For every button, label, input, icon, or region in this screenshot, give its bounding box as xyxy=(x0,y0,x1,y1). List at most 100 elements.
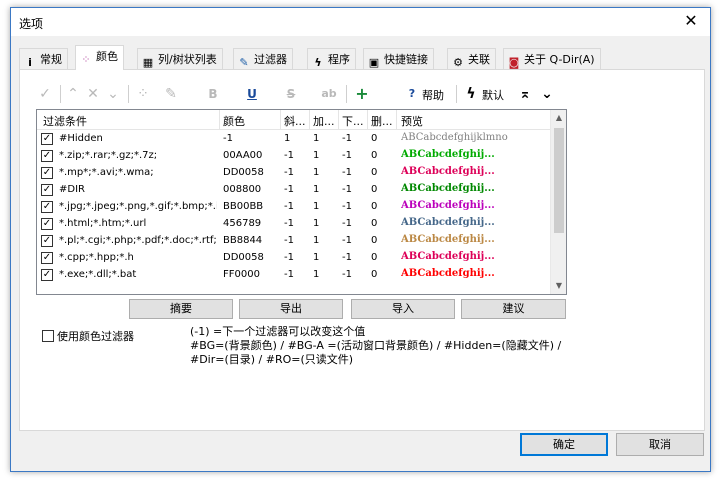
table-row[interactable]: ✓ *.jpg;*.jpeg;*.png,*.gif;*.bmp;*.ico BB0… xyxy=(37,199,552,216)
row-checkbox[interactable]: ✓ xyxy=(41,269,53,281)
cell-preview: ABCabcdefghij... xyxy=(401,217,495,228)
color-picker-icon[interactable]: ⁘ xyxy=(136,86,150,102)
move-up-icon[interactable]: ⌃ xyxy=(66,86,80,102)
cancel-button[interactable]: 取消 xyxy=(616,433,704,456)
pen-icon[interactable]: ✎ xyxy=(160,86,182,102)
col-divider xyxy=(338,110,339,130)
row-checkbox[interactable]: ✓ xyxy=(41,235,53,247)
colors-panel: ✓ ⌃ ✕ ⌄ ⁘ ✎ B U S ab + ? 帮助 ϟ 默认 ⌅ ⌄ 过滤条… xyxy=(19,69,705,431)
cell-color: 008800 xyxy=(223,184,262,195)
cell-bold: 1 xyxy=(313,252,320,263)
move-down-icon[interactable]: ⌄ xyxy=(106,86,120,102)
tab-quick-links[interactable]: ▣ 快捷链接 xyxy=(363,48,434,69)
tab-colors[interactable]: ⁘ 颜色 xyxy=(75,45,124,70)
color-filter-table[interactable]: 过滤条件 颜色 斜... 加... 下... 删... 预览 ✓ #Hidden -… xyxy=(36,109,567,295)
cell-underline: -1 xyxy=(342,235,352,246)
delete-icon[interactable]: ✕ xyxy=(86,86,100,102)
table-row[interactable]: ✓ *.pl;*.cgi;*.php;*.pdf;*.doc;*.rtf;*...… xyxy=(37,233,552,250)
cell-strike: 0 xyxy=(371,269,378,280)
col-header-strike[interactable]: 删... xyxy=(371,113,393,129)
import-button[interactable]: 导入 xyxy=(351,299,455,319)
hint-line-2: #BG=(背景颜色) / #BG-A =(活动窗口背景颜色) / #Hidden… xyxy=(190,339,562,366)
strikethrough-icon[interactable]: S xyxy=(280,86,302,102)
underline-icon[interactable]: U xyxy=(241,86,263,102)
default-icon[interactable]: ϟ xyxy=(464,86,478,102)
cell-bold: 1 xyxy=(313,201,320,212)
col-divider xyxy=(309,110,310,130)
table-row[interactable]: ✓ *.html;*.htm;*.url 456789 -1 1 -1 0 ABCabcdef… xyxy=(37,216,552,233)
tab-general[interactable]: i 常规 xyxy=(19,48,68,69)
cell-filter: *.mp*;*.avi;*.wma; xyxy=(59,167,154,178)
row-checkbox[interactable]: ✓ xyxy=(41,133,53,145)
row-checkbox[interactable]: ✓ xyxy=(41,201,53,213)
tab-filters[interactable]: ✎ 过滤器 xyxy=(233,48,293,69)
col-header-preview[interactable]: 预览 xyxy=(401,113,423,129)
cell-strike: 0 xyxy=(371,218,378,229)
col-header-italic[interactable]: 斜... xyxy=(284,113,306,129)
table-row[interactable]: ✓ #Hidden -1 1 1 -1 0 ABCabcdefghijklmno xyxy=(37,131,552,148)
table-row[interactable]: ✓ #DIR 008800 -1 1 -1 0 ABCabcdefghij... xyxy=(37,182,552,199)
add-icon[interactable]: + xyxy=(354,86,370,102)
row-checkbox[interactable]: ✓ xyxy=(41,150,53,162)
cell-color: BB8844 xyxy=(223,235,263,246)
vertical-scrollbar[interactable]: ▲ ▼ xyxy=(550,110,566,294)
row-checkbox[interactable]: ✓ xyxy=(41,184,53,196)
cell-underline: -1 xyxy=(342,167,352,178)
cell-italic: -1 xyxy=(284,184,294,195)
col-header-underline[interactable]: 下... xyxy=(342,113,364,129)
ok-button[interactable]: 确定 xyxy=(520,433,608,456)
tab-label: 程序 xyxy=(328,53,350,66)
cell-bold: 1 xyxy=(313,269,320,280)
font-icon[interactable]: ab xyxy=(318,86,340,102)
move-bottom-icon[interactable]: ⌄ xyxy=(540,86,554,102)
col-divider xyxy=(367,110,368,130)
tab-programs[interactable]: ϟ 程序 xyxy=(307,48,356,69)
link-board-icon: ▣ xyxy=(368,56,380,69)
row-checkbox[interactable]: ✓ xyxy=(41,218,53,230)
table-row[interactable]: ✓ *.mp*;*.avi;*.wma; DD0058 -1 1 -1 0 ABCabcdef… xyxy=(37,165,552,182)
col-header-color[interactable]: 颜色 xyxy=(223,113,245,129)
cell-underline: -1 xyxy=(342,218,352,229)
col-header-bold[interactable]: 加... xyxy=(313,113,335,129)
tab-label: 颜色 xyxy=(96,50,118,63)
help-button[interactable]: 帮助 xyxy=(422,87,444,103)
tab-associations[interactable]: ⚙ 关联 xyxy=(447,48,496,69)
col-divider xyxy=(280,110,281,130)
tab-columns-tree[interactable]: ▦ 列/树状列表 xyxy=(137,48,223,69)
row-checkbox[interactable]: ✓ xyxy=(41,252,53,264)
cell-strike: 0 xyxy=(371,201,378,212)
move-top-icon[interactable]: ⌅ xyxy=(518,86,532,102)
export-button[interactable]: 导出 xyxy=(239,299,343,319)
tab-label: 常规 xyxy=(40,53,62,66)
scroll-thumb[interactable] xyxy=(554,128,564,233)
table-row[interactable]: ✓ *.exe;*.dll;*.bat FF0000 -1 1 -1 0 ABCabcdefg… xyxy=(37,267,552,284)
suggest-button[interactable]: 建议 xyxy=(461,299,566,319)
table-row[interactable]: ✓ *.zip;*.rar;*.gz;*.7z; 00AA00 -1 1 -1 0 ABCab… xyxy=(37,148,552,165)
table-row[interactable]: ✓ *.cpp;*.hpp;*.h DD0058 -1 1 -1 0 ABCabcdefghi… xyxy=(37,250,552,267)
summary-button[interactable]: 摘要 xyxy=(129,299,233,319)
scroll-down-icon[interactable]: ▼ xyxy=(551,278,566,294)
scroll-up-icon[interactable]: ▲ xyxy=(551,110,566,126)
cell-strike: 0 xyxy=(371,133,378,144)
checkbox-box[interactable] xyxy=(42,330,54,342)
check-icon[interactable]: ✓ xyxy=(36,86,54,102)
use-color-filter-checkbox[interactable]: 使用颜色过滤器 xyxy=(42,328,134,344)
toolbar-separator xyxy=(128,85,129,103)
help-icon[interactable]: ? xyxy=(406,86,418,102)
palette-icon: ⁘ xyxy=(81,53,91,66)
cell-strike: 0 xyxy=(371,167,378,178)
col-header-filter[interactable]: 过滤条件 xyxy=(43,113,87,129)
filter-edit-icon: ✎ xyxy=(239,56,249,69)
row-checkbox[interactable]: ✓ xyxy=(41,167,53,179)
cell-filter: *.cpp;*.hpp;*.h xyxy=(59,252,134,263)
cell-filter: #DIR xyxy=(59,184,85,195)
default-button[interactable]: 默认 xyxy=(482,87,504,103)
cell-italic: -1 xyxy=(284,167,294,178)
tab-about[interactable]: ◙ 关于 Q-Dir(A) xyxy=(503,48,601,69)
cell-filter: *.pl;*.cgi;*.php;*.pdf;*.doc;*.rtf;*... xyxy=(59,235,217,246)
close-icon[interactable]: ✕ xyxy=(678,10,704,32)
cell-preview: ABCabcdefghij... xyxy=(401,234,495,245)
bold-icon[interactable]: B xyxy=(202,86,224,102)
window-title: 选项 xyxy=(19,17,44,31)
about-icon: ◙ xyxy=(508,56,520,69)
